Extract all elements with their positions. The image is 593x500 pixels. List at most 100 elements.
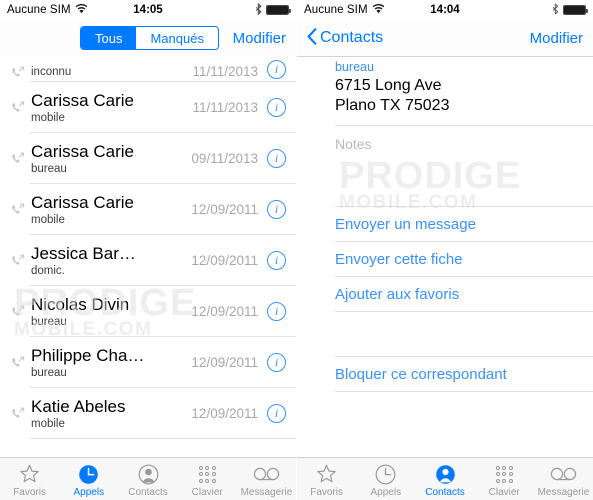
status-bar: Aucune SIM 14:04 <box>297 0 593 20</box>
call-row-unknown[interactable]: inconnu 11/11/2013 i <box>0 56 296 82</box>
call-row-carissa-bureau[interactable]: Carissa Carie bureau 09/11/2013 i <box>0 133 296 184</box>
star-icon <box>19 463 40 486</box>
battery-icon <box>266 5 291 15</box>
recent-calls-list[interactable]: inconnu 11/11/2013 i Carissa Carie mobil… <box>0 56 296 457</box>
call-row-philippe[interactable]: Philippe Cha… bureau 12/09/2011 i <box>0 337 296 388</box>
tab-appels[interactable]: Appels <box>59 458 118 500</box>
notes-field[interactable] <box>297 154 593 206</box>
tab-favoris[interactable]: Favoris <box>297 458 356 500</box>
tab-messagerie[interactable]: Messagerie <box>534 458 593 500</box>
outgoing-call-icon <box>6 101 29 114</box>
call-row-text: Jessica Bar… domic. <box>29 244 191 278</box>
call-name: Katie Abeles <box>31 396 126 416</box>
call-date: 12/09/2011 <box>191 304 258 319</box>
bluetooth-icon <box>255 2 262 18</box>
share-contact-button[interactable]: Envoyer cette fiche <box>297 242 593 277</box>
status-bar-right <box>255 2 291 18</box>
tab-label: Favoris <box>13 486 46 498</box>
back-button[interactable]: Contacts <box>307 27 384 49</box>
call-info-button[interactable]: i <box>267 200 286 219</box>
outgoing-call-icon <box>6 356 29 369</box>
left-phone-screen: Aucune SIM 14:05 Tous Manqués Modifier i… <box>0 0 297 500</box>
tab-label: Appels <box>370 486 402 498</box>
call-info-button[interactable]: i <box>267 302 286 321</box>
call-info-button[interactable]: i <box>267 98 286 117</box>
call-subtitle: inconnu <box>31 66 72 78</box>
call-info-button[interactable]: i <box>267 60 286 79</box>
call-name: Carissa Carie <box>31 90 134 110</box>
call-name: Carissa Carie <box>31 192 134 212</box>
tab-contacts[interactable]: Contacts <box>415 458 474 500</box>
carrier-label: Aucune SIM <box>304 4 368 16</box>
call-info-button[interactable]: i <box>267 251 286 270</box>
wifi-icon <box>75 3 88 17</box>
address-block[interactable]: bureau 6715 Long Ave Plano TX 75023 <box>297 56 593 125</box>
tab-clavier[interactable]: Clavier <box>178 458 237 500</box>
chevron-left-icon <box>307 27 317 49</box>
call-name: Carissa Carie <box>31 141 134 161</box>
star-icon <box>316 463 337 486</box>
outgoing-call-icon <box>6 254 29 267</box>
notes-label: Notes <box>335 136 372 152</box>
call-info-button[interactable]: i <box>267 404 286 423</box>
add-to-favorites-button[interactable]: Ajouter aux favoris <box>297 277 593 312</box>
segment-all[interactable]: Tous <box>81 27 137 49</box>
tab-bar[interactable]: Favoris Appels Contacts Clavier Messager… <box>297 457 593 500</box>
call-row-carissa-mobile-1[interactable]: Carissa Carie mobile 11/11/2013 i <box>0 82 296 133</box>
call-subtitle: bureau <box>31 162 67 175</box>
call-row-text: Carissa Carie mobile <box>29 91 192 125</box>
call-row-text: Carissa Carie mobile <box>29 193 191 227</box>
address-city-state-zip: Plano TX 75023 <box>335 97 450 114</box>
bluetooth-icon <box>552 3 559 18</box>
call-date: 12/09/2011 <box>191 406 258 421</box>
call-subtitle: bureau <box>31 315 67 328</box>
recents-clock-icon <box>375 463 396 486</box>
calls-nav-bar: Tous Manqués Modifier <box>0 20 296 56</box>
tab-favoris[interactable]: Favoris <box>0 458 59 500</box>
status-bar-right <box>552 3 588 18</box>
tab-bar[interactable]: Favoris Appels Contacts Clavier Messager… <box>0 457 296 500</box>
tab-clavier[interactable]: Clavier <box>475 458 534 500</box>
call-date: 12/09/2011 <box>191 202 258 217</box>
battery-icon <box>563 5 588 15</box>
call-row-katie[interactable]: Katie Abeles mobile 12/09/2011 i <box>0 388 296 439</box>
send-message-button[interactable]: Envoyer un message <box>297 207 593 242</box>
contact-detail[interactable]: bureau 6715 Long Ave Plano TX 75023 Note… <box>297 56 593 457</box>
status-bar-left: Aucune SIM <box>304 3 385 17</box>
address-street: 6715 Long Ave <box>335 77 442 94</box>
tab-messagerie[interactable]: Messagerie <box>237 458 296 500</box>
calls-filter-segmented-control[interactable]: Tous Manqués <box>80 26 219 50</box>
tab-contacts[interactable]: Contacts <box>118 458 177 500</box>
edit-button[interactable]: Modifier <box>522 30 583 47</box>
recents-clock-icon <box>78 463 99 486</box>
tab-appels[interactable]: Appels <box>356 458 415 500</box>
wifi-icon <box>372 3 385 17</box>
block-caller-button[interactable]: Bloquer ce correspondant <box>297 357 593 392</box>
add-to-favorites-label: Ajouter aux favoris <box>335 286 460 303</box>
status-bar: Aucune SIM 14:05 <box>0 0 296 20</box>
call-row-jessica[interactable]: Jessica Bar… domic. 12/09/2011 i <box>0 235 296 286</box>
contacts-person-icon <box>138 463 159 486</box>
call-row-carissa-mobile-2[interactable]: Carissa Carie mobile 12/09/2011 i <box>0 184 296 235</box>
block-caller-label: Bloquer ce correspondant <box>335 366 507 383</box>
outgoing-call-icon <box>6 152 29 165</box>
segment-missed[interactable]: Manqués <box>136 27 218 49</box>
call-date: 11/11/2013 <box>192 100 258 115</box>
tab-label: Favoris <box>310 486 343 498</box>
keypad-icon <box>495 463 513 486</box>
call-info-button[interactable]: i <box>267 149 286 168</box>
call-date: 12/09/2011 <box>191 253 258 268</box>
tab-label: Contacts <box>128 486 168 498</box>
call-row-nicolas[interactable]: Nicolas Divin bureau 12/09/2011 i <box>0 286 296 337</box>
address-label: bureau <box>335 60 374 74</box>
call-info-button[interactable]: i <box>267 353 286 372</box>
call-row-text: inconnu <box>29 65 192 79</box>
status-bar-left: Aucune SIM <box>7 3 88 17</box>
call-subtitle: domic. <box>31 264 65 277</box>
edit-button[interactable]: Modifier <box>225 30 286 47</box>
call-name: Jessica Bar… <box>31 243 136 263</box>
back-button-label: Contacts <box>320 29 384 46</box>
call-date: 12/09/2011 <box>191 355 258 370</box>
call-name: Nicolas Divin <box>31 294 130 314</box>
